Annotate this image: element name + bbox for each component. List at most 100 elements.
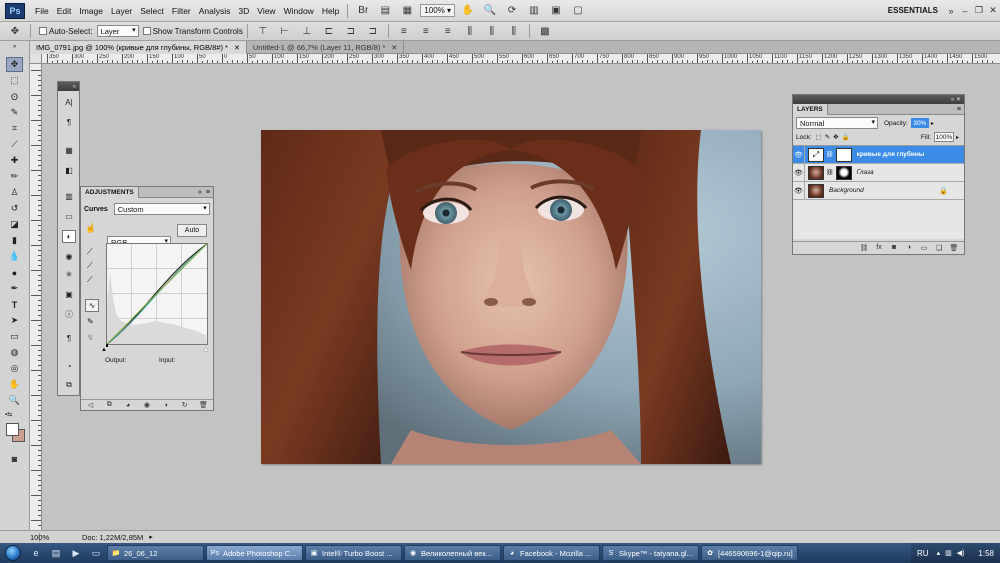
zoom-tool-icon[interactable]: 🔍 [481,3,499,19]
info-panel-icon[interactable]: ⓘ [62,308,76,321]
brushes-panel-icon[interactable]: ✳ [62,268,76,281]
panel-menu-icon[interactable]: ≡ [957,106,964,113]
taskbar-item[interactable]: S Skype™ - tatyana.gl... [602,545,699,561]
trash-icon[interactable]: 🗑 [197,400,209,410]
menu-filter[interactable]: Filter [168,6,195,16]
menu-image[interactable]: Image [75,6,107,16]
layer-name[interactable]: кривые для глубины [857,151,925,158]
new-layer-icon[interactable]: ❏ [933,243,945,253]
auto-select-checkbox[interactable] [39,27,47,35]
canvas-image[interactable] [261,130,761,464]
quick-mask-icon[interactable]: ◙ [6,451,23,466]
status-menu-icon[interactable]: ▸ [149,533,153,541]
zoom-tool-icon[interactable]: 🔍 [6,393,23,408]
show-desktop-icon[interactable]: ▭ [87,546,105,560]
ie-icon[interactable]: e [27,546,45,560]
draw-curve-icon[interactable]: ✎ [87,317,94,326]
auto-button[interactable]: Auto [177,224,207,237]
grid-icon[interactable]: ▥ [525,3,543,19]
navigator-panel-icon[interactable]: ▭ [62,210,76,223]
layer-row[interactable]: 👁 ⤢ ⛓ кривые для глубины [793,145,964,164]
expand-view-icon[interactable]: ⧉ [103,400,115,410]
white-slider-icon[interactable]: ▲ [203,347,209,353]
media-player-icon[interactable]: ▶ [67,546,85,560]
eyedropper-tool-icon[interactable]: ⟋ [6,137,23,152]
bridge-icon[interactable]: Br [354,3,372,19]
3d-rotate-tool-icon[interactable]: ◍ [6,345,23,360]
collapse-icon[interactable]: » [6,44,23,50]
histogram-panel-icon[interactable]: ▥ [62,190,76,203]
new-group-icon[interactable]: ▭ [918,243,930,253]
hand-icon[interactable]: ✋ [459,3,477,19]
vertical-ruler[interactable] [30,64,42,531]
menu-view[interactable]: View [253,6,279,16]
gradient-tool-icon[interactable]: ▮ [6,233,23,248]
status-zoom[interactable]: 100% [0,532,49,542]
language-indicator[interactable]: RU [917,549,929,558]
masks-panel-icon[interactable]: ◉ [62,250,76,263]
menu-edit[interactable]: Edit [53,6,76,16]
pen-tool-icon[interactable]: ✒ [6,281,23,296]
animation-panel-icon[interactable]: ⧉ [62,378,76,391]
black-slider-icon[interactable]: ▲ [101,347,107,353]
distribute-left-icon[interactable]: ⫼ [461,23,479,39]
lasso-tool-icon[interactable]: ʘ [6,89,23,104]
close-icon[interactable]: ✕ [391,44,397,52]
align-top-icon[interactable]: ⊤ [254,23,272,39]
volume-icon[interactable]: ◀) [957,549,965,557]
lock-all-icon[interactable]: 🔒 [842,133,850,141]
ruler-origin[interactable] [30,54,42,64]
menu-select[interactable]: Select [136,6,168,16]
close-icon[interactable]: ✕ [986,4,1000,17]
layer-mask-thumbnail[interactable] [835,165,852,180]
dodge-tool-icon[interactable]: ● [6,265,23,280]
opacity-field[interactable]: 30% [910,118,929,128]
brush-tool-icon[interactable]: ✏ [6,169,23,184]
eye-icon[interactable]: 👁 [793,145,805,164]
paragraph-panel-icon[interactable]: ¶ [62,116,76,129]
paragraph-styles-icon[interactable]: ¶ [62,332,76,345]
foreground-color-swatch[interactable] [6,423,19,436]
auto-align-icon[interactable]: ▩ [536,23,554,39]
restore-icon[interactable]: ❐ [972,4,986,17]
start-button[interactable] [0,543,26,563]
smooth-curve-icon[interactable]: ↯ [87,333,94,342]
clip-to-layer-icon[interactable]: ◕ [122,400,134,410]
close-icon[interactable]: ✕ [234,44,240,52]
screen-mode-icon[interactable]: ▢ [569,3,587,19]
align-left-icon[interactable]: ⊏ [320,23,338,39]
clock[interactable]: 1:58 [978,549,994,558]
chevron-down-icon[interactable]: » [944,4,958,17]
curves-graph[interactable] [106,243,208,347]
white-point-eyedropper-icon[interactable]: ⟋ [87,275,93,285]
align-right-icon[interactable]: ⊐ [364,23,382,39]
3d-orbit-tool-icon[interactable]: ◎ [6,361,23,376]
zoom-level[interactable]: 100% ▾ [420,4,456,17]
align-bottom-icon[interactable]: ⊥ [298,23,316,39]
crop-tool-icon[interactable]: ⌗ [6,121,23,136]
taskbar-item[interactable]: ◉ Великолепный век... [404,545,501,561]
path-selection-tool-icon[interactable]: ➤ [6,313,23,328]
layer-row[interactable]: 👁 ⛓ Глаза [793,163,964,182]
taskbar-item[interactable]: ◕ Facebook - Mozilla ... [503,545,600,561]
clone-stamp-tool-icon[interactable]: ♙ [6,185,23,200]
lock-position-icon[interactable]: ✥ [833,133,838,141]
taskbar-item[interactable]: ✿ [446590696-1@qip.ru] [701,545,798,561]
extras-icon[interactable]: ▦ [398,3,416,19]
visibility-icon[interactable]: ◉ [141,400,153,410]
tab-adjustments[interactable]: ADJUSTMENTS [81,186,139,198]
panel-titlebar[interactable]: » [58,82,79,91]
eraser-tool-icon[interactable]: ◪ [6,217,23,232]
character-panel-icon[interactable]: A| [62,96,76,109]
quick-select-tool-icon[interactable]: ✎ [6,105,23,120]
fill-field[interactable]: 100% [933,132,954,142]
taskbar-item[interactable]: Ps Adobe Photoshop C... [206,545,303,561]
view-previous-icon[interactable]: ◑ [160,400,172,410]
distribute-vcenter-icon[interactable]: ≡ [417,23,435,39]
targeted-adjustment-icon[interactable]: ☝ [85,223,96,234]
curve-points-icon[interactable]: ∿ [85,299,99,312]
link-layers-icon[interactable]: ⛓ [858,243,870,253]
align-vcenter-icon[interactable]: ⊢ [276,23,294,39]
mini-bridge-icon[interactable]: ▤ [376,3,394,19]
tray-expand-icon[interactable]: ▴ [937,549,941,557]
